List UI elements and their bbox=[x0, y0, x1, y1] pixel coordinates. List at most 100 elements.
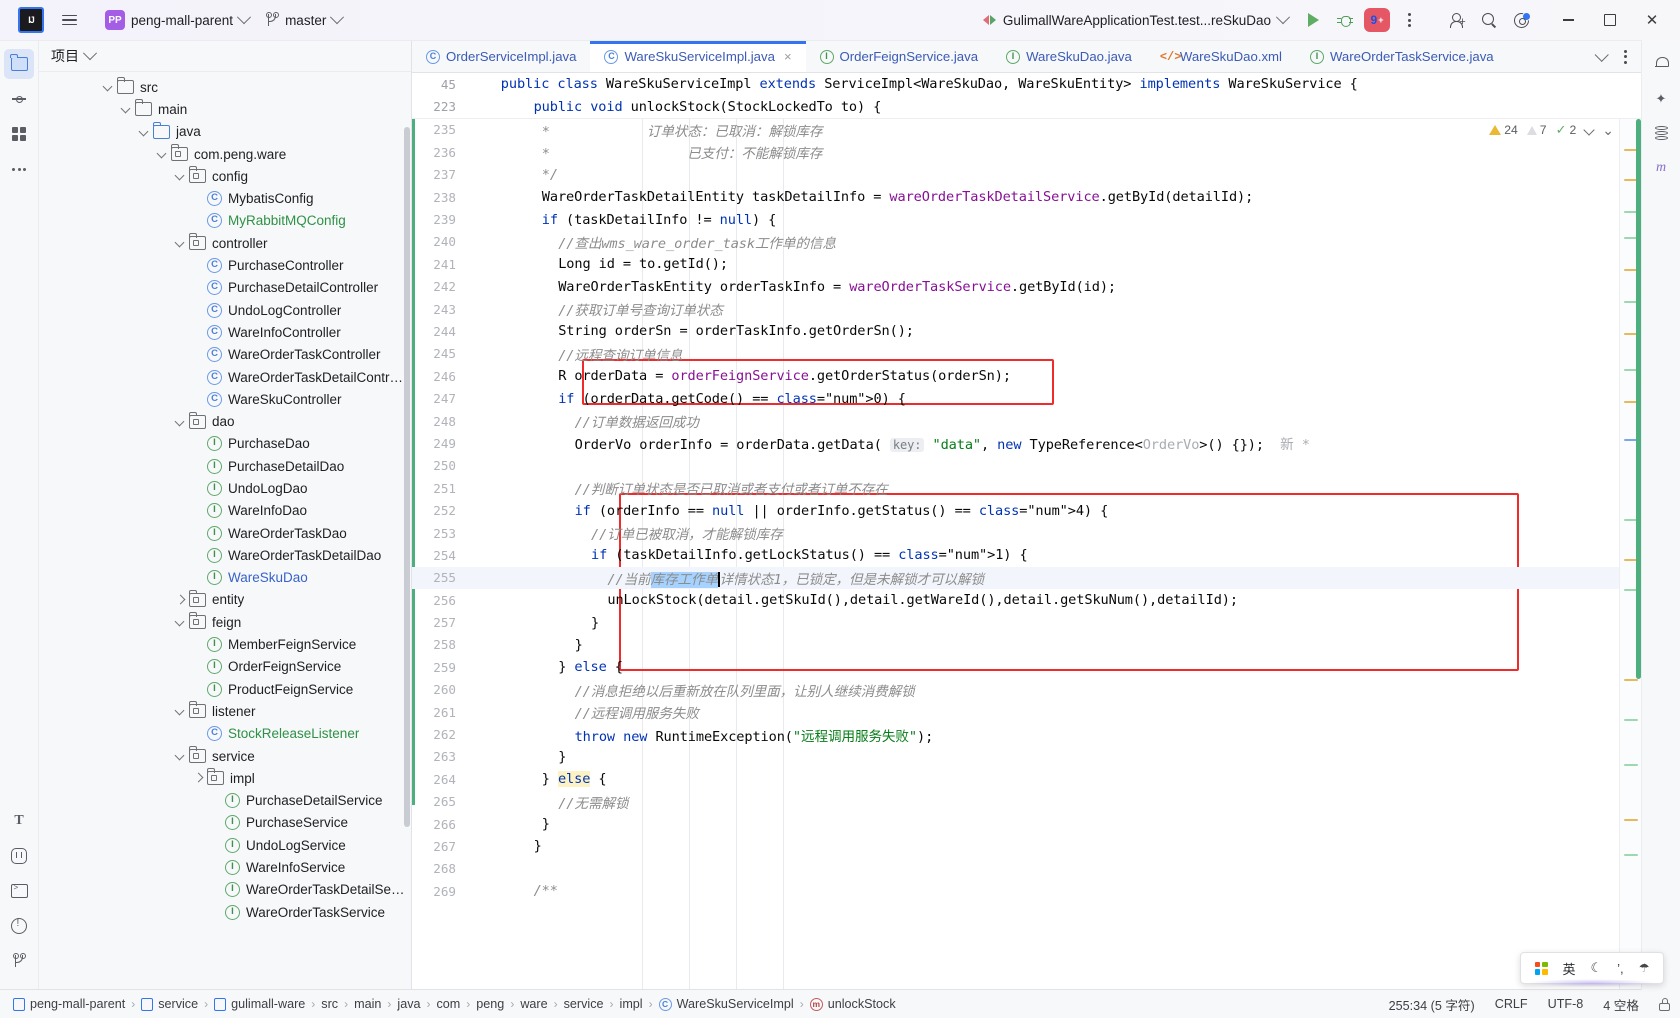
code-line[interactable]: 260 //消息拒绝以后重新放在队列里面，让别人继续消费解锁 bbox=[412, 679, 1619, 701]
tree-node[interactable]: impl bbox=[39, 767, 411, 789]
line-number[interactable]: 241 bbox=[412, 257, 468, 272]
code-line[interactable]: 258} bbox=[412, 634, 1619, 656]
code-line[interactable]: 254 if (taskDetailInfo.getLockStatus() ==… bbox=[412, 544, 1619, 566]
editor-tab[interactable]: I OrderFeignService.java bbox=[806, 41, 993, 72]
line-number[interactable]: 239 bbox=[412, 212, 468, 227]
error-stripe-marker[interactable] bbox=[1624, 853, 1638, 857]
warning-count[interactable]: 24 bbox=[1489, 123, 1518, 137]
tree-node[interactable]: main bbox=[39, 98, 411, 120]
run-configuration-selector[interactable]: GulimallWareApplicationTest.test...reSku… bbox=[975, 7, 1296, 33]
code-scroll-area[interactable]: 235 * 订单状态：已取消：解锁库存 236 * 已支付：不能解锁库存 237 */23… bbox=[412, 118, 1619, 989]
maven-button[interactable]: m bbox=[1646, 153, 1676, 183]
line-number[interactable]: 266 bbox=[412, 817, 468, 832]
line-number[interactable]: 240 bbox=[412, 234, 468, 249]
debug-button[interactable] bbox=[1330, 6, 1360, 34]
code-line[interactable]: 245 //远程查询订单信息 bbox=[412, 343, 1619, 365]
line-number[interactable]: 253 bbox=[412, 526, 468, 541]
line-number[interactable]: 238 bbox=[412, 190, 468, 205]
error-stripe-marker[interactable] bbox=[1624, 718, 1638, 722]
chevron-down-icon[interactable] bbox=[175, 750, 187, 762]
tree-node[interactable]: C WareInfoController bbox=[39, 321, 411, 343]
error-stripe[interactable] bbox=[1619, 118, 1642, 989]
line-number[interactable]: 244 bbox=[412, 324, 468, 339]
main-menu-button[interactable] bbox=[56, 7, 82, 33]
line-number[interactable]: 250 bbox=[412, 458, 468, 473]
code-line[interactable]: 257} bbox=[412, 611, 1619, 633]
error-stripe-marker[interactable] bbox=[1624, 678, 1638, 682]
editor-tab[interactable]: C OrderServiceImpl.java bbox=[412, 41, 590, 72]
database-button[interactable] bbox=[1646, 118, 1676, 148]
weak-warning-count[interactable]: 7 bbox=[1526, 123, 1547, 137]
tree-node[interactable]: service bbox=[39, 745, 411, 767]
code-line[interactable]: 244 String orderSn = orderTaskInfo.getOrd… bbox=[412, 320, 1619, 342]
error-stripe-marker[interactable] bbox=[1624, 763, 1638, 767]
code-line[interactable]: 266} bbox=[412, 813, 1619, 835]
problems-badge-button[interactable]: 9 + bbox=[1362, 6, 1392, 34]
tree-node[interactable]: C UndoLogController bbox=[39, 299, 411, 321]
code-line[interactable]: 267} bbox=[412, 835, 1619, 857]
line-number[interactable]: 259 bbox=[412, 660, 468, 675]
line-number[interactable]: 237 bbox=[412, 167, 468, 182]
code-line[interactable]: 239 if (taskDetailInfo != null) { bbox=[412, 208, 1619, 230]
lock-icon[interactable] bbox=[1659, 997, 1670, 1011]
code-line[interactable]: 269 /** bbox=[412, 880, 1619, 902]
more-actions-button[interactable] bbox=[1394, 6, 1424, 34]
tree-node[interactable]: I PurchaseDetailDao bbox=[39, 455, 411, 477]
close-icon[interactable]: × bbox=[784, 49, 792, 64]
chevron-down-icon[interactable] bbox=[139, 126, 151, 138]
code-line[interactable]: 243 //获取订单号查询订单状态 bbox=[412, 298, 1619, 320]
line-number[interactable]: 247 bbox=[412, 391, 468, 406]
chevron-down-icon[interactable] bbox=[175, 705, 187, 717]
code-line[interactable]: 263} bbox=[412, 746, 1619, 768]
tree-node[interactable]: C PurchaseDetailController bbox=[39, 277, 411, 299]
tree-node[interactable]: controller bbox=[39, 232, 411, 254]
editor-tab[interactable]: I WareOrderTaskService.java bbox=[1296, 41, 1508, 72]
chevron-down-icon[interactable] bbox=[175, 416, 187, 428]
chevron-down-icon[interactable] bbox=[1583, 124, 1595, 136]
line-number[interactable]: 258 bbox=[412, 637, 468, 652]
breadcrumb-item[interactable]: com bbox=[434, 997, 464, 1011]
indent-setting[interactable]: 4 空格 bbox=[1603, 995, 1639, 1014]
tree-node[interactable]: I MemberFeignService bbox=[39, 633, 411, 655]
breadcrumb-item[interactable]: gulimall-ware bbox=[211, 997, 308, 1011]
project-selector[interactable]: PP peng-mall-parent bbox=[98, 7, 256, 33]
inspection-widget[interactable]: 24 7 ✓ 2 ⌄ bbox=[1489, 122, 1614, 139]
code-line[interactable]: 236 * 已支付：不能解锁库存 bbox=[412, 141, 1619, 163]
tree-node[interactable]: C WareOrderTaskController bbox=[39, 344, 411, 366]
line-number[interactable]: 260 bbox=[412, 682, 468, 697]
window-close-button[interactable]: ✕ bbox=[1632, 1, 1672, 39]
file-encoding[interactable]: UTF-8 bbox=[1548, 997, 1584, 1011]
inspection-settings-button[interactable]: ⌄ bbox=[1602, 122, 1614, 139]
line-number[interactable]: 246 bbox=[412, 369, 468, 384]
branch-selector[interactable]: master bbox=[258, 7, 349, 33]
project-tree-scrollbar[interactable] bbox=[404, 127, 410, 827]
caret-position[interactable]: 255:34 (5 字符) bbox=[1389, 995, 1475, 1014]
tree-node[interactable]: I WareInfoDao bbox=[39, 500, 411, 522]
tree-node[interactable]: C WareOrderTaskDetailController bbox=[39, 366, 411, 388]
error-stripe-marker[interactable] bbox=[1624, 818, 1638, 822]
line-number[interactable]: 254 bbox=[412, 548, 468, 563]
code-line[interactable]: 248 //订单数据返回成功 bbox=[412, 410, 1619, 432]
settings-button[interactable] bbox=[1506, 6, 1536, 34]
breadcrumb-item[interactable]: peng-mall-parent bbox=[10, 997, 128, 1011]
code-line[interactable]: 247 if (orderData.getCode() == class="num… bbox=[412, 387, 1619, 409]
tree-node[interactable]: src bbox=[39, 76, 411, 98]
tree-node[interactable]: I WareOrderTaskDetailService bbox=[39, 879, 411, 901]
breadcrumb-item[interactable]: impl bbox=[617, 997, 646, 1011]
code-line[interactable]: 242 WareOrderTaskEntity orderTaskInfo = w… bbox=[412, 276, 1619, 298]
tab-list-button[interactable] bbox=[1590, 45, 1612, 69]
project-tree[interactable]: src main java com.peng.ware config C MybatisCo… bbox=[39, 72, 411, 989]
tree-node[interactable]: feign bbox=[39, 611, 411, 633]
tree-node[interactable]: I WareInfoService bbox=[39, 856, 411, 878]
tool-window-debugger[interactable] bbox=[4, 841, 34, 871]
search-everywhere-button[interactable] bbox=[1474, 6, 1504, 34]
tool-window-translation[interactable]: T bbox=[4, 806, 34, 836]
breadcrumb-item[interactable]: m unlockStock bbox=[807, 997, 899, 1011]
tree-node[interactable]: I WareOrderTaskDao bbox=[39, 522, 411, 544]
window-maximize-button[interactable] bbox=[1590, 1, 1630, 39]
code-line[interactable]: 256 unLockStock(detail.getSkuId(),detail.… bbox=[412, 589, 1619, 611]
code-line[interactable]: 262 throw new RuntimeException("远程调用服务失败"… bbox=[412, 723, 1619, 745]
tree-node[interactable]: I PurchaseService bbox=[39, 812, 411, 834]
line-number[interactable]: 242 bbox=[412, 279, 468, 294]
tree-node[interactable]: C MybatisConfig bbox=[39, 187, 411, 209]
